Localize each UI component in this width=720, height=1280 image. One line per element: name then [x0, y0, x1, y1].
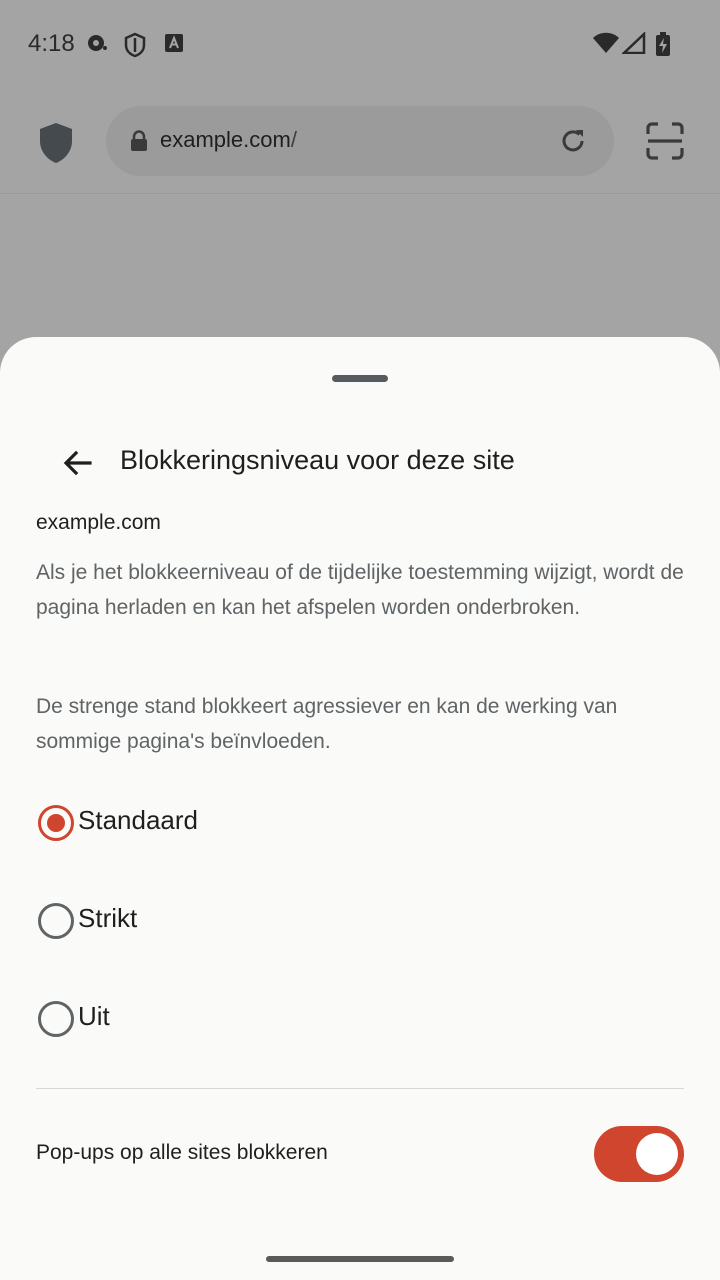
status-bar: 4:18: [0, 0, 720, 92]
strict-mode-warning-text: De strenge stand blokkeert agressiever e…: [36, 695, 618, 753]
popup-blocking-label: Pop-ups op alle sites blokkeren: [36, 1141, 328, 1164]
option-strikt[interactable]: Strikt: [36, 887, 686, 957]
tracking-protection-shield-icon[interactable]: [34, 120, 78, 166]
status-time: 4:18: [28, 30, 75, 57]
keyboard-a-icon: [164, 32, 184, 59]
url-bar[interactable]: example.com/: [106, 106, 614, 176]
media-icon: [86, 32, 108, 59]
wifi-icon: [592, 32, 620, 59]
option-uit[interactable]: Uit: [36, 985, 686, 1055]
battery-charging-icon: [655, 32, 671, 61]
option-label-strikt: Strikt: [78, 903, 138, 933]
radio-button-standaard[interactable]: [38, 805, 74, 841]
sheet-title: Blokkeringsniveau voor deze site: [120, 445, 515, 475]
scan-icon[interactable]: [646, 122, 684, 160]
option-standaard[interactable]: Standaard: [36, 789, 686, 859]
site-name: example.com: [36, 511, 161, 534]
radio-button-uit[interactable]: [38, 1001, 74, 1037]
page-scrim[interactable]: [0, 194, 720, 354]
option-label-uit: Uit: [78, 1001, 110, 1031]
gesture-nav-handle[interactable]: [266, 1256, 454, 1262]
popup-blocking-toggle[interactable]: [594, 1126, 684, 1182]
lock-icon: [130, 130, 148, 157]
radio-button-strikt[interactable]: [38, 903, 74, 939]
back-arrow-icon[interactable]: [56, 443, 100, 487]
url-text: example.com/: [160, 127, 297, 153]
protection-bottom-sheet: Blokkeringsniveau voor deze site example…: [0, 337, 720, 1280]
reload-warning-text: Als je het blokkeerniveau of de tijdelij…: [36, 561, 684, 619]
signal-icon: [620, 31, 646, 59]
url-path: /: [290, 127, 297, 152]
option-label-standaard: Standaard: [78, 805, 198, 835]
reload-icon[interactable]: [558, 126, 588, 156]
drag-handle[interactable]: [332, 375, 388, 382]
divider: [36, 1088, 684, 1089]
toggle-knob: [636, 1133, 678, 1175]
browser-toolbar: example.com/: [0, 92, 720, 194]
url-domain: example.com: [160, 127, 291, 152]
vpn-shield-icon: [123, 32, 147, 63]
